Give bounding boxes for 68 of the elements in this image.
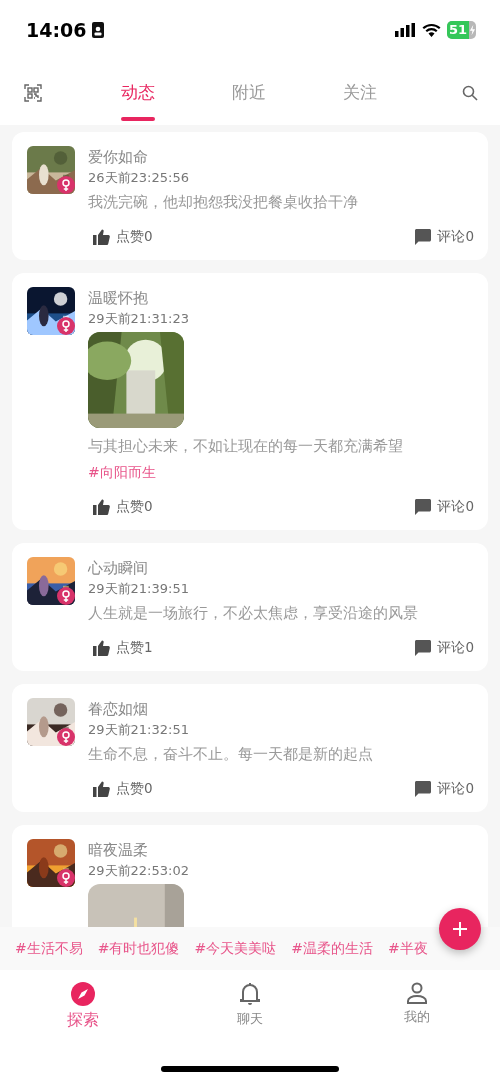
like-button[interactable]: 点赞0 [93,228,153,246]
nav-tab[interactable]: 我的 [333,970,500,1050]
user-name[interactable]: 暗夜温柔 [88,839,474,861]
tab[interactable]: 附近 [228,60,270,125]
avatar[interactable] [27,839,75,887]
post-time: 29天前21:31:23 [88,310,190,328]
female-icon [57,869,75,887]
comment-icon [415,781,432,797]
female-icon [57,176,75,194]
user-name[interactable]: 心动瞬间 [88,557,474,579]
nav-tab[interactable]: 探索 [0,970,167,1050]
female-icon [57,728,75,746]
avatar[interactable] [27,557,75,605]
like-button[interactable]: 点赞0 [93,780,153,798]
post-card[interactable]: 眷恋如烟 29天前21:32:51 生命不息，奋斗不止。每一天都是新的起点 点赞0 评论0 [12,684,488,812]
comment-icon [415,229,432,245]
plus-icon [453,922,467,936]
search-icon[interactable] [462,84,478,101]
comment-button[interactable]: 评论0 [415,780,474,798]
post-card[interactable]: 爱你如命 26天前23:25:56 我洗完碗，他却抱怨我没把餐桌收拾干净 点赞0 评论0 [12,132,488,260]
post-text: 生命不息，奋斗不止。每一天都是新的起点 [88,744,374,765]
thumbs-up-icon [93,640,110,656]
female-icon [57,317,75,335]
comment-icon [415,499,432,515]
thumbs-up-icon [93,781,110,797]
add-button[interactable] [439,908,481,950]
id-card-icon [92,22,105,38]
comment-button[interactable]: 评论0 [415,228,474,246]
post-card[interactable]: 温暖怀抱 29天前21:31:23 与其担心未来，不如让现在的每一天都充满希望 #向阳而生 点赞0 评论0 [12,273,488,530]
thumbs-up-icon [93,499,110,515]
post-time: 29天前22:53:02 [88,862,190,880]
post-text: 我洗完碗，他却抱怨我没把餐桌收拾干净 [88,192,359,213]
user-name[interactable]: 温暖怀抱 [88,287,474,309]
avatar[interactable] [27,287,75,335]
clock: 14:06 [26,19,87,41]
post-card[interactable]: 心动瞬间 29天前21:39:51 人生就是一场旅行，不必太焦虑，享受沿途的风景 点赞1 评论0 [12,543,488,671]
battery-icon: 51 [447,21,476,39]
comment-icon [415,640,432,656]
comment-button[interactable]: 评论0 [415,498,474,516]
signal-icon [395,23,416,37]
user-name[interactable]: 爱你如命 [88,146,474,168]
like-button[interactable]: 点赞1 [93,639,153,657]
topic-tag[interactable]: #生活不易 [15,939,83,958]
tab[interactable]: 动态 [116,60,159,125]
post-text: 人生就是一场旅行，不必太焦虑，享受沿途的风景 [88,603,419,624]
wifi-icon [422,23,441,37]
topic-tag[interactable]: #温柔的生活 [291,939,373,958]
thumbs-up-icon [93,229,110,245]
bell-icon [240,982,260,1006]
compass-icon [71,982,96,1006]
topic-tag[interactable]: #有时也犯傻 [97,939,180,958]
female-icon [57,587,75,605]
post-time: 29天前21:32:51 [88,721,190,739]
post-text: 与其担心未来，不如让现在的每一天都充满希望 [88,436,404,457]
post-card[interactable]: 暗夜温柔 29天前22:53:02 [12,825,488,927]
user-name[interactable]: 眷恋如烟 [88,698,474,720]
topic-tag[interactable]: #今天美美哒 [194,939,277,958]
comment-button[interactable]: 评论0 [415,639,474,657]
person-icon [405,982,428,1004]
avatar[interactable] [27,698,75,746]
topic-link[interactable]: #向阳而生 [88,460,474,484]
tab[interactable]: 关注 [339,60,382,125]
post-time: 29天前21:39:51 [88,580,190,598]
scan-icon[interactable] [24,83,42,102]
like-button[interactable]: 点赞0 [93,498,153,516]
topic-tag[interactable]: #半夜 [387,939,428,958]
nav-tab[interactable]: 聊天 [166,970,334,1050]
post-time: 26天前23:25:56 [88,169,190,187]
